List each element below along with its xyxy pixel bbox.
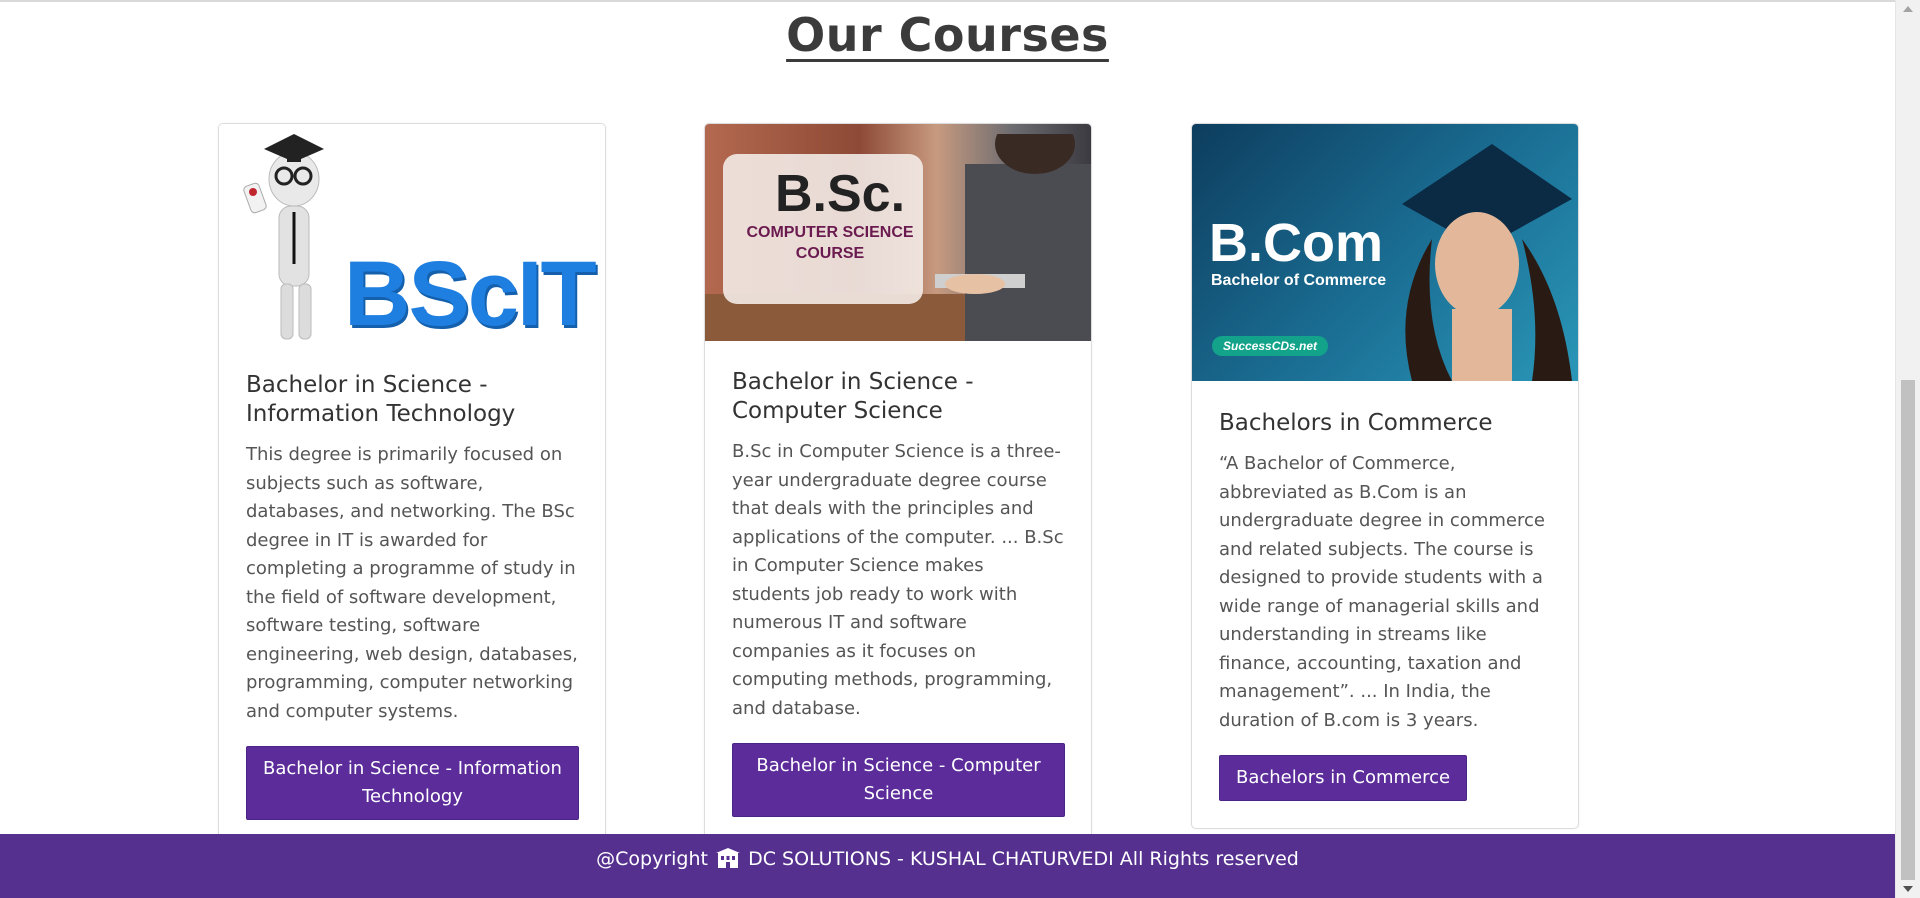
course-image-subtext: Bachelor of Commerce xyxy=(1211,272,1387,289)
scroll-up-arrow-icon[interactable] xyxy=(1903,6,1913,12)
course-card-bscit: BScIT Bachelor in Science - Information … xyxy=(218,123,606,848)
divider xyxy=(0,0,1895,2)
course-card-bsccs: B.Sc. COMPUTER SCIENCE COURSE Bachelor i… xyxy=(704,123,1092,845)
course-card-bcom: B.Com Bachelor of Commerce SuccessCDs.ne… xyxy=(1191,123,1579,829)
course-title: Bachelor in Science - Information Techno… xyxy=(246,372,516,427)
course-description: This degree is primarily focused on subj… xyxy=(246,444,578,722)
person-laptop-icon xyxy=(935,134,1091,341)
scroll-down-arrow-icon[interactable] xyxy=(1903,886,1913,892)
scrollbar[interactable] xyxy=(1895,0,1920,898)
course-image-text: B.Sc. xyxy=(775,165,906,223)
course-image-bsccs: B.Sc. COMPUTER SCIENCE COURSE xyxy=(705,124,1091,341)
course-image-tag: SuccessCDs.net xyxy=(1212,336,1329,356)
course-image-subtext: COMPUTER SCIENCE COURSE xyxy=(745,222,915,264)
page: Our Courses BScIT Bachelor in Science - … xyxy=(0,0,1895,898)
graduate-figure-icon xyxy=(243,134,324,340)
scrollbar-thumb[interactable] xyxy=(1901,380,1915,880)
course-button-bscit[interactable]: Bachelor in Science - Information Techno… xyxy=(246,746,579,820)
page-title: Our Courses xyxy=(0,8,1895,62)
graduate-woman-icon xyxy=(1402,144,1572,381)
course-image-text: B.Com xyxy=(1209,213,1383,273)
course-description: “A Bachelor of Commerce, abbreviated as … xyxy=(1219,453,1545,731)
course-image-bcom: B.Com Bachelor of Commerce SuccessCDs.ne… xyxy=(1192,124,1578,381)
course-title: Bachelor in Science - Computer Science xyxy=(732,369,974,424)
course-image-bscit: BScIT xyxy=(219,124,605,343)
course-description: B.Sc in Computer Science is a three-year… xyxy=(732,441,1064,719)
footer-text: DC SOLUTIONS - KUSHAL CHATURVEDI All Rig… xyxy=(748,848,1299,870)
course-image-subtext-line1: COMPUTER SCIENCE xyxy=(746,224,914,241)
course-button-bsccs[interactable]: Bachelor in Science - Computer Science xyxy=(732,743,1065,817)
footer-prefix: @Copyright xyxy=(596,848,708,870)
course-image-subtext-line2: COURSE xyxy=(795,245,865,262)
course-button-bcom[interactable]: Bachelors in Commerce xyxy=(1219,755,1468,801)
course-image-text: BScIT xyxy=(344,243,597,343)
course-title: Bachelors in Commerce xyxy=(1219,410,1493,436)
page-title-text: Our Courses xyxy=(786,8,1109,62)
footer: @Copyright DC SOLUTIONS - KUSHAL CHATURV… xyxy=(0,834,1895,898)
building-icon xyxy=(716,848,741,868)
